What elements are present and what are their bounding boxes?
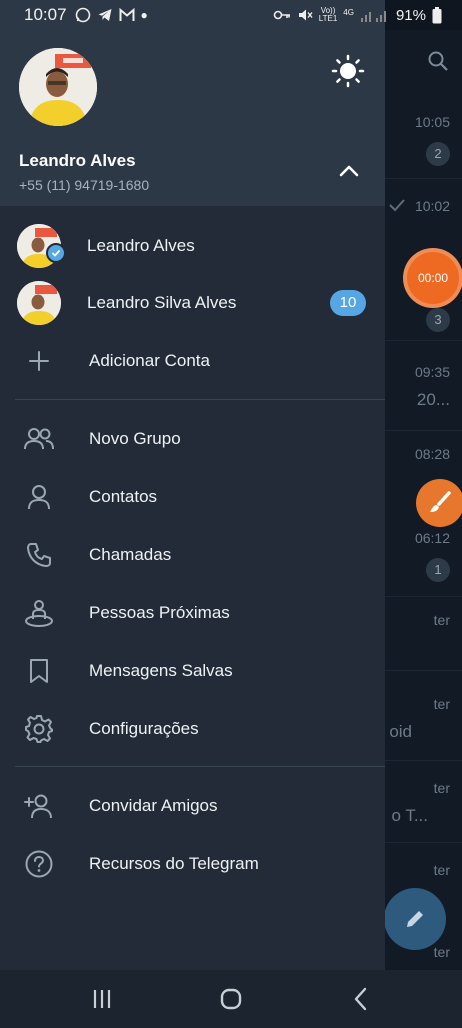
profile-avatar[interactable] (19, 48, 97, 126)
chat-snippet: oid (389, 722, 412, 741)
divider (385, 842, 462, 843)
unread-count-badge: 10 (330, 290, 366, 316)
divider (15, 399, 385, 400)
menu-item-label: Contatos (89, 487, 158, 506)
divider (385, 178, 462, 179)
verified-check-icon (46, 243, 66, 263)
menu-item-label: Mensagens Salvas (89, 661, 233, 680)
divider (385, 340, 462, 341)
status-right: Vo)) LTE1 4G 91% (273, 6, 442, 24)
check-icon (389, 199, 405, 212)
add-account-label: Adicionar Conta (89, 351, 210, 370)
divider (15, 766, 385, 767)
back-icon[interactable] (346, 984, 376, 1014)
gmail-icon (119, 8, 135, 21)
menu-item-nearby-people[interactable]: Pessoas Próximas (0, 584, 385, 642)
add-account-button[interactable]: Adicionar Conta (0, 332, 385, 390)
menu-item-settings[interactable]: Configurações (0, 700, 385, 758)
recent-apps-icon[interactable] (87, 984, 117, 1014)
chat-time: 06:12 (414, 530, 450, 546)
menu-item-calls[interactable]: Chamadas (0, 526, 385, 584)
brush-icon (430, 491, 451, 512)
menu-item-label: Novo Grupo (89, 429, 181, 448)
add-person-icon (22, 789, 56, 823)
drawer-header: Leandro Alves +55 (11) 94719-1680 (0, 0, 385, 206)
navigation-drawer: Leandro Alves +55 (11) 94719-1680 Leandr… (0, 0, 385, 970)
chat-snippet: ter (433, 612, 450, 628)
compose-button[interactable] (384, 888, 446, 950)
unread-badge: 1 (426, 558, 450, 582)
bookmark-icon (22, 654, 56, 688)
chat-time: 10:02 (414, 198, 450, 214)
chat-snippet: ter (433, 780, 450, 796)
key-icon (273, 10, 290, 20)
nearby-people-icon (22, 596, 56, 630)
profile-phone: +55 (11) 94719-1680 (19, 177, 150, 193)
search-icon[interactable] (427, 50, 449, 72)
status-time: 10:07 (24, 5, 67, 24)
notification-icons: ● (75, 7, 148, 23)
theme-toggle-sun-icon[interactable] (331, 54, 365, 88)
chat-time: 10:05 (414, 114, 450, 130)
profile-name: Leandro Alves (19, 151, 136, 170)
battery-percent: 91% (395, 6, 426, 24)
menu-item-label: Configurações (89, 719, 199, 738)
menu-item-contacts[interactable]: Contatos (0, 468, 385, 526)
chat-snippet: o T... (391, 806, 428, 825)
whatsapp-icon (75, 7, 90, 23)
account-item[interactable]: Leandro Silva Alves 10 (0, 274, 385, 332)
plus-icon (22, 344, 56, 378)
battery-icon (432, 6, 442, 23)
menu-item-label: Convidar Amigos (89, 796, 218, 815)
chevron-up-icon[interactable] (336, 158, 362, 184)
menu-item-label: Chamadas (89, 545, 172, 564)
group-icon (22, 422, 56, 456)
menu-item-saved-messages[interactable]: Mensagens Salvas (0, 642, 385, 700)
system-navigation-bar (0, 970, 462, 1028)
menu-item-new-group[interactable]: Novo Grupo (0, 410, 385, 468)
network-type: 4G (343, 7, 354, 17)
screen: 10:07 ● Vo)) LTE1 4G 91% 10:05 2 10:02 3 (0, 0, 462, 1028)
account-item[interactable]: Leandro Alves (0, 217, 385, 275)
chat-snippet: ter (433, 862, 450, 878)
menu-item-label: Pessoas Próximas (89, 603, 230, 622)
signal-icon (360, 11, 386, 22)
chat-time: 08:28 (414, 446, 450, 462)
help-icon (22, 847, 56, 881)
account-photo (17, 281, 61, 325)
account-name: Leandro Silva Alves (87, 293, 237, 312)
voice-timer-button[interactable]: 00:00 (407, 252, 459, 304)
chat-snippet: ter (433, 696, 450, 712)
telegram-icon (98, 9, 112, 21)
divider (385, 760, 462, 761)
account-name: Leandro Alves (87, 236, 195, 255)
chat-snippet: ter (433, 944, 450, 960)
menu-item-label: Recursos do Telegram (89, 854, 259, 873)
status-bar: 10:07 ● Vo)) LTE1 4G 91% (0, 0, 462, 30)
menu-item-telegram-features[interactable]: Recursos do Telegram (0, 835, 385, 893)
menu-item-invite-friends[interactable]: Convidar Amigos (0, 777, 385, 835)
unread-badge: 2 (426, 142, 450, 166)
divider (385, 670, 462, 671)
phone-icon (22, 538, 56, 572)
dot-icon: ● (140, 8, 148, 22)
volte-bottom: LTE1 (318, 14, 338, 23)
volte-indicator: Vo)) LTE1 (319, 7, 338, 23)
divider (385, 430, 462, 431)
divider (385, 596, 462, 597)
avatar (17, 281, 61, 325)
unread-badge: 3 (426, 308, 450, 332)
paint-button[interactable] (416, 479, 462, 527)
profile-photo (19, 48, 97, 126)
pencil-icon (407, 911, 423, 927)
mute-icon (298, 9, 313, 21)
person-icon (22, 480, 56, 514)
gear-icon (22, 712, 56, 746)
chat-time: 09:35 (414, 364, 450, 380)
chat-snippet: 20... (416, 390, 450, 409)
home-icon[interactable] (216, 984, 246, 1014)
